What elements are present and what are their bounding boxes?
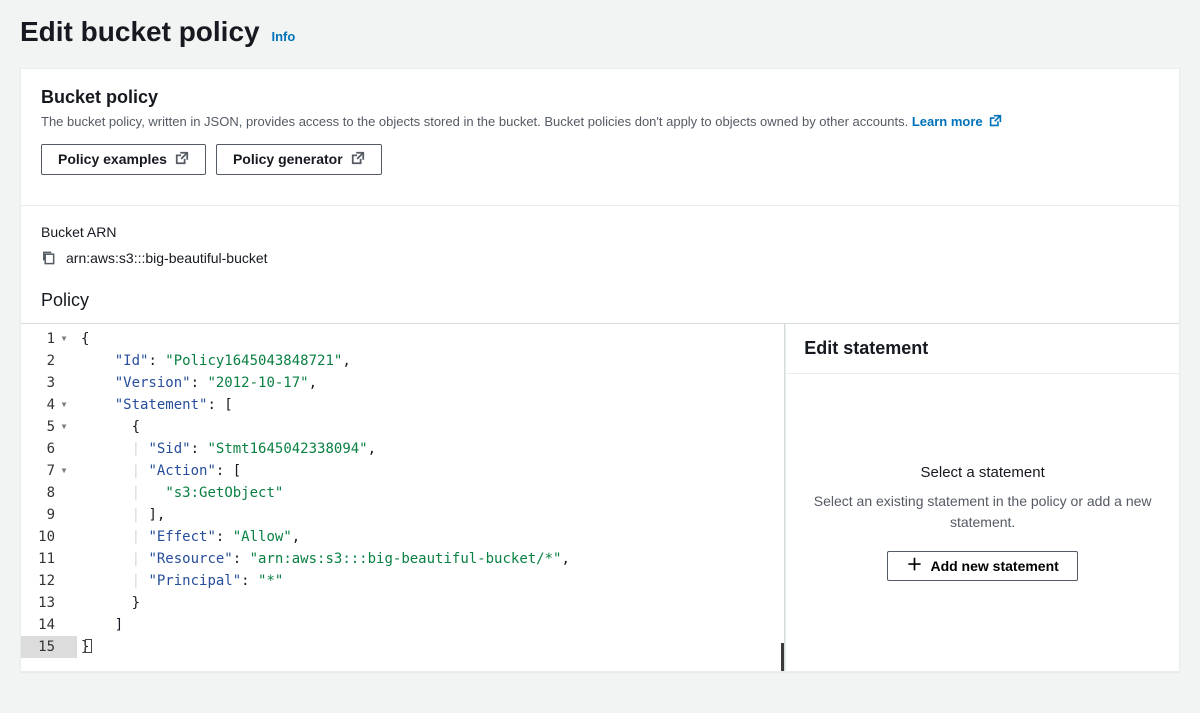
line-number: 6 xyxy=(25,438,71,460)
fold-icon[interactable]: ▼ xyxy=(59,416,69,438)
bucket-arn-value: arn:aws:s3:::big-beautiful-bucket xyxy=(66,250,268,266)
bucket-policy-panel: Bucket policy The bucket policy, written… xyxy=(20,68,1180,672)
code-line[interactable]: } xyxy=(77,636,784,658)
external-link-icon xyxy=(175,151,189,168)
code-line[interactable]: "Statement": [ xyxy=(77,394,784,416)
fold-icon[interactable]: ▼ xyxy=(59,460,69,482)
code-line[interactable]: | "Action": [ xyxy=(77,460,784,482)
line-number: 8 xyxy=(25,482,71,504)
plus-icon: ＋ xyxy=(906,558,922,574)
line-number: 4▼ xyxy=(25,394,71,416)
code-line[interactable]: | ], xyxy=(77,504,784,526)
line-number: 14 xyxy=(25,614,71,636)
code-line[interactable]: { xyxy=(77,416,784,438)
code-line[interactable]: } xyxy=(77,592,784,614)
add-new-statement-label: Add new statement xyxy=(930,558,1058,574)
code-line[interactable]: | "Resource": "arn:aws:s3:::big-beautifu… xyxy=(77,548,784,570)
select-statement-hint: Select an existing statement in the poli… xyxy=(810,491,1155,533)
line-number: 1▼ xyxy=(25,328,71,350)
policy-examples-button[interactable]: Policy examples xyxy=(41,144,206,175)
external-link-icon xyxy=(989,113,1002,126)
line-number: 5▼ xyxy=(25,416,71,438)
line-number: 15 xyxy=(21,636,77,658)
scrollbar-indicator[interactable] xyxy=(781,643,785,671)
learn-more-link[interactable]: Learn more xyxy=(912,114,1002,129)
line-number: 2 xyxy=(25,350,71,372)
policy-section-label: Policy xyxy=(41,290,1159,311)
copy-icon[interactable] xyxy=(41,250,56,265)
line-number: 10 xyxy=(25,526,71,548)
external-link-icon xyxy=(351,151,365,168)
code-line[interactable]: | "s3:GetObject" xyxy=(77,482,784,504)
line-number: 13 xyxy=(25,592,71,614)
policy-generator-label: Policy generator xyxy=(233,151,343,167)
code-line[interactable]: { xyxy=(77,328,784,350)
fold-icon[interactable]: ▼ xyxy=(59,394,69,416)
panel-title: Bucket policy xyxy=(41,87,1159,108)
info-link[interactable]: Info xyxy=(272,29,296,44)
code-line[interactable]: | "Effect": "Allow", xyxy=(77,526,784,548)
edit-statement-title: Edit statement xyxy=(804,338,1161,359)
fold-icon[interactable]: ▼ xyxy=(59,328,69,350)
line-number: 11 xyxy=(25,548,71,570)
edit-statement-panel: Edit statement Select a statement Select… xyxy=(785,324,1179,671)
code-line[interactable]: ] xyxy=(77,614,784,636)
line-number: 3 xyxy=(25,372,71,394)
code-line[interactable]: | "Sid": "Stmt1645042338094", xyxy=(77,438,784,460)
code-line[interactable]: "Version": "2012-10-17", xyxy=(77,372,784,394)
code-line[interactable]: "Id": "Policy1645043848721", xyxy=(77,350,784,372)
line-number: 9 xyxy=(25,504,71,526)
bucket-arn-label: Bucket ARN xyxy=(41,224,1159,240)
policy-examples-label: Policy examples xyxy=(58,151,167,167)
code-line[interactable]: | "Principal": "*" xyxy=(77,570,784,592)
add-new-statement-button[interactable]: ＋ Add new statement xyxy=(887,551,1077,581)
policy-json-editor[interactable]: 1▼234▼5▼67▼89101112131415 { "Id": "Polic… xyxy=(21,324,785,671)
policy-generator-button[interactable]: Policy generator xyxy=(216,144,382,175)
line-number: 12 xyxy=(25,570,71,592)
learn-more-text: Learn more xyxy=(912,114,983,129)
panel-description-text: The bucket policy, written in JSON, prov… xyxy=(41,114,908,129)
line-number: 7▼ xyxy=(25,460,71,482)
page-title: Edit bucket policy xyxy=(20,16,260,48)
select-statement-title: Select a statement xyxy=(921,464,1045,481)
panel-description: The bucket policy, written in JSON, prov… xyxy=(41,112,1159,132)
